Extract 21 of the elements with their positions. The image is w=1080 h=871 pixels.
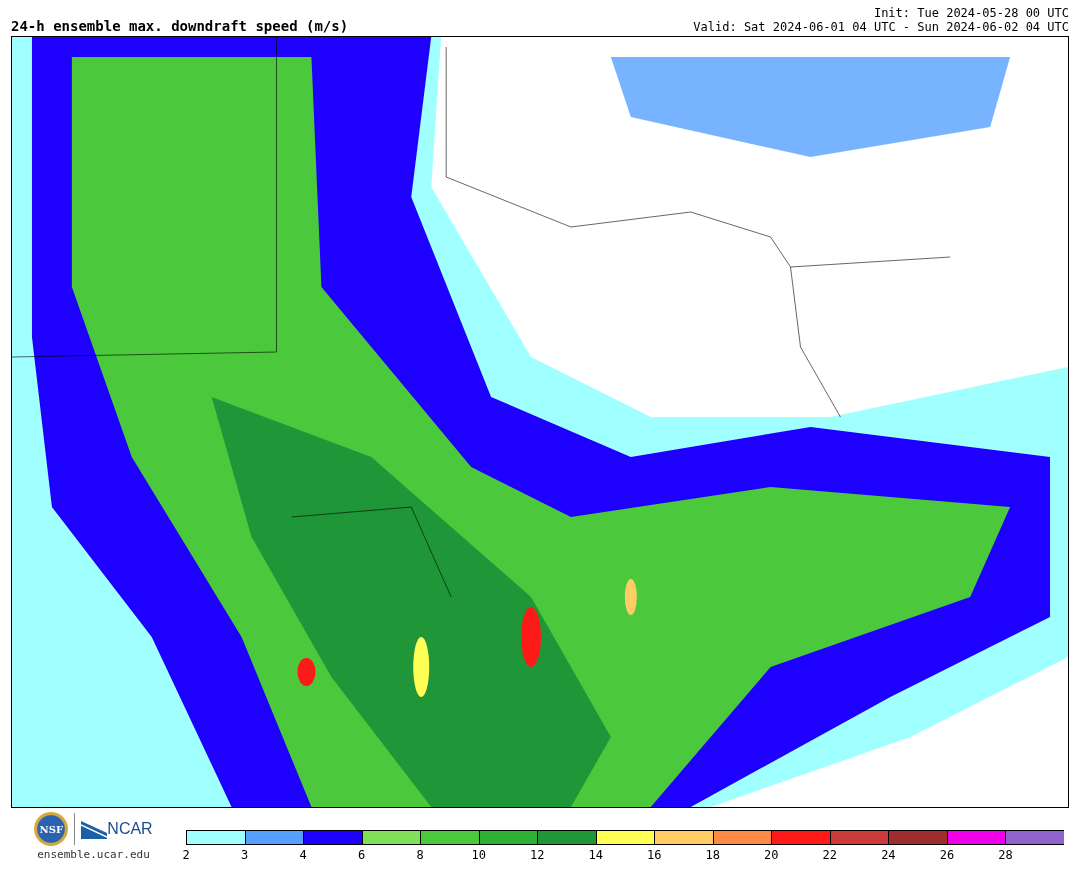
scale-label: 2	[182, 848, 190, 862]
scale-label: 14	[588, 848, 603, 862]
nsf-logo: NSF	[34, 812, 69, 846]
valid-time: Valid: Sat 2024-06-01 04 UTC - Sun 2024-06-02 04 UTC	[693, 20, 1069, 34]
scale-label: 3	[240, 848, 249, 862]
scale-label: 8	[416, 848, 424, 862]
scale-label: 16	[647, 848, 662, 862]
scale-label: 22	[822, 848, 838, 862]
scale-label: 28	[998, 848, 1013, 862]
scale-label: 4	[299, 848, 307, 862]
init-time: Init: Tue 2024-05-28 00 UTC	[873, 6, 1069, 20]
scale-label: 18	[705, 848, 720, 862]
scale-label: 24	[881, 848, 896, 862]
scale-label: 20	[764, 848, 779, 862]
scale-label: 26	[939, 848, 955, 862]
ncar-logo: NCAR	[81, 819, 153, 839]
scale-label: 10	[471, 848, 486, 862]
scale-label: 6	[358, 848, 366, 862]
scale-label: 12	[529, 848, 545, 862]
website-url: ensemble.ucar.edu	[37, 848, 150, 861]
chart-title: 24-h ensemble max. downdraft speed (m/s)	[11, 18, 349, 34]
